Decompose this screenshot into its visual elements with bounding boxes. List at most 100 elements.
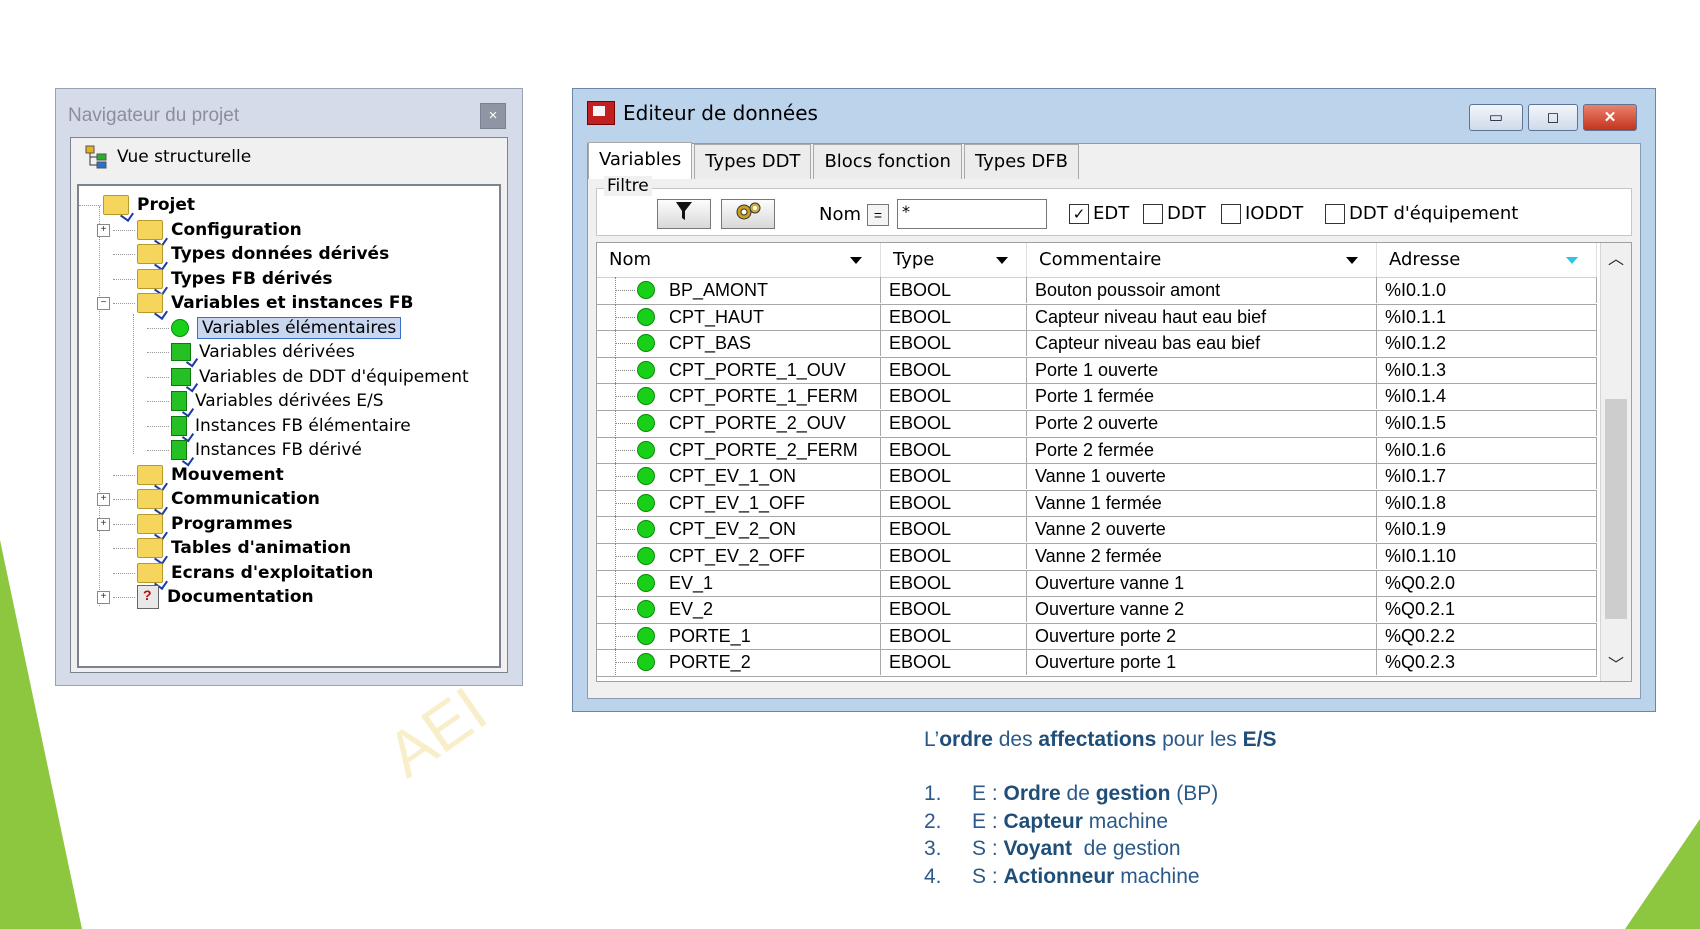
column-header-commentaire[interactable]: Commentaire — [1027, 243, 1377, 277]
tree-item[interactable]: Types FB dérivés — [137, 266, 333, 292]
variable-status-icon — [637, 360, 655, 379]
filter-checkbox-ioddt[interactable]: IODDT — [1221, 203, 1303, 224]
tree-item[interactable]: Variables dérivées E/S — [171, 388, 384, 414]
table-row[interactable]: EV_2 EBOOL Ouverture vanne 2 %Q0.2.1 — [597, 596, 1597, 624]
scroll-down-icon[interactable]: ﹀ — [1601, 653, 1631, 679]
filter-checkbox-ddt[interactable]: DDT — [1143, 203, 1206, 224]
filter-checkbox-edt[interactable]: ✓ EDT — [1069, 203, 1129, 224]
table-row[interactable]: CPT_BAS EBOOL Capteur niveau bas eau bief%… — [597, 330, 1597, 358]
table-row[interactable]: CPT_PORTE_1_OUV EBOOL Porte 1 ouverte %I0.1… — [597, 356, 1597, 385]
note-item-part: gestion — [1095, 782, 1171, 805]
table-row[interactable]: PORTE_1 EBOOL Ouverture porte 2 %Q0.2.2 — [597, 622, 1597, 651]
table-row[interactable]: CPT_HAUT EBOOL Capteur niveau haut eau bie… — [597, 303, 1597, 332]
vertical-scrollbar[interactable]: ︿ ﹀ — [1600, 243, 1631, 681]
table-row[interactable]: CPT_PORTE_2_FERM EBOOL Porte 2 fermée %I0.1… — [597, 436, 1597, 465]
checkbox-box[interactable] — [1325, 203, 1345, 224]
column-header-adresse[interactable]: Adresse — [1377, 243, 1597, 277]
tree-item[interactable]: Tables d'animation — [137, 535, 351, 561]
checkbox-box[interactable] — [1143, 203, 1163, 224]
project-navigator-window: Navigateur du projet × Vue structurelle … — [55, 88, 523, 686]
table-row[interactable]: CPT_EV_2_ON EBOOL Vanne 2 ouverte %I0.1.9 — [597, 516, 1597, 544]
tree-line — [615, 582, 635, 584]
table-row[interactable]: CPT_EV_1_ON EBOOL Vanne 1 ouverte %I0.1.7 — [597, 463, 1597, 491]
filter-checkbox-ddt-d-quipement[interactable]: DDT d'équipement — [1325, 203, 1518, 224]
cell-name-text: CPT_BAS — [669, 333, 752, 354]
maximize-button[interactable]: ◻ — [1528, 104, 1578, 131]
navigator-inner-panel: Vue structurelle Projet + Configuration Typ… — [70, 137, 508, 673]
scroll-up-icon[interactable]: ︿ — [1601, 247, 1631, 273]
collapse-icon[interactable]: − — [97, 297, 110, 310]
table-row[interactable]: BP_AMONT EBOOL Bouton poussoir amont %I0.1.… — [597, 277, 1597, 305]
checkbox-box[interactable]: ✓ — [1069, 203, 1089, 224]
tree-item[interactable]: Communication — [137, 486, 320, 512]
cell-name-text: CPT_HAUT — [669, 306, 765, 327]
expand-icon[interactable]: + — [97, 493, 110, 506]
close-button[interactable]: ✕ — [1583, 104, 1637, 131]
tree-item[interactable]: Variables de DDT d'équipement — [171, 364, 469, 390]
note-list: 1. E : Ordre de gestion (BP) 2. E : Capteur… — [924, 782, 1324, 892]
scroll-thumb[interactable] — [1605, 399, 1627, 619]
note-item-text: E : Ordre de gestion (BP) — [972, 782, 1218, 810]
tree-item[interactable]: Instances FB dérivé — [171, 437, 362, 463]
tree-item[interactable]: Programmes — [137, 511, 293, 537]
tree-item[interactable]: Ecrans d'exploitation — [137, 560, 373, 586]
cell-name: CPT_PORTE_2_OUV — [597, 410, 881, 436]
funnel-icon — [676, 202, 692, 220]
table-row[interactable]: CPT_EV_2_OFF EBOOL Vanne 2 fermée %I0.1.10 — [597, 543, 1597, 571]
navigator-close-button[interactable]: × — [480, 103, 506, 129]
tree-branch-line — [147, 327, 169, 329]
structural-view-header[interactable]: Vue structurelle — [71, 138, 507, 176]
column-header-nom[interactable]: Nom — [597, 243, 881, 277]
tree-line — [615, 529, 635, 531]
table-row[interactable]: CPT_PORTE_2_OUV EBOOL Porte 2 ouverte %I0.1… — [597, 410, 1597, 438]
tree-item-label: Instances FB élémentaire — [195, 415, 411, 436]
expand-icon[interactable]: + — [97, 517, 110, 531]
tree-item[interactable]: Documentation — [137, 584, 314, 610]
tree-line — [615, 662, 635, 664]
tree-item[interactable]: Variables et instances FB — [137, 290, 413, 316]
tree-item[interactable]: Projet — [103, 192, 195, 218]
expand-icon[interactable]: + — [97, 591, 110, 604]
tree-branch-line — [113, 254, 135, 255]
cell-name-text: CPT_EV_1_OFF — [669, 492, 806, 513]
tree-guide-line — [133, 314, 134, 454]
tree-line — [615, 396, 635, 398]
variable-status-icon — [637, 440, 655, 459]
table-row[interactable]: CPT_PORTE_1_FERM EBOOL Porte 1 fermée %I0.1… — [597, 383, 1597, 411]
instance-icon — [171, 415, 187, 436]
tree-item[interactable]: Instances FB élémentaire — [171, 413, 411, 439]
sort-arrow-icon[interactable] — [996, 257, 1008, 264]
filter-equals-button[interactable]: = — [867, 204, 889, 226]
tree-item[interactable]: Types données dérivés — [137, 241, 389, 267]
table-row[interactable]: CPT_EV_1_OFF EBOOL Vanne 1 fermée %I0.1.8 — [597, 489, 1597, 518]
folder-icon — [103, 195, 129, 215]
minimize-button[interactable]: ▭ — [1469, 104, 1523, 131]
table-row[interactable]: PORTE_2 EBOOL Ouverture porte 1 %Q0.2.3 — [597, 649, 1597, 677]
expand-icon[interactable]: + — [97, 223, 110, 237]
cell-comment: Capteur niveau haut eau bief — [1027, 303, 1377, 330]
filter-funnel-button[interactable] — [657, 199, 711, 229]
cell-comment: Bouton poussoir amont — [1027, 277, 1377, 303]
tab-variables[interactable]: Variables — [588, 142, 693, 179]
tree-item[interactable]: Variables dérivées — [171, 339, 355, 365]
cell-name-text: PORTE_2 — [669, 652, 751, 673]
checkbox-box[interactable] — [1221, 203, 1241, 224]
tab-types-ddt[interactable]: Types DDT — [694, 144, 812, 179]
sort-arrow-icon[interactable] — [1566, 257, 1578, 264]
column-header-type[interactable]: Type — [881, 243, 1027, 277]
tree-line — [615, 502, 635, 504]
filter-name-input[interactable]: * — [897, 199, 1047, 229]
tab-blocs-fonction[interactable]: Blocs fonction — [813, 144, 962, 179]
tree-item[interactable]: Mouvement — [137, 462, 284, 488]
tree-item-label: Communication — [171, 489, 320, 509]
tree-item[interactable]: Variables élémentaires — [171, 315, 402, 341]
sort-arrow-icon[interactable] — [850, 257, 862, 264]
cell-type: EBOOL — [881, 516, 1027, 543]
sort-arrow-icon[interactable] — [1346, 257, 1358, 264]
filter-settings-button[interactable] — [721, 199, 775, 229]
cell-address: %Q0.2.2 — [1377, 622, 1597, 649]
table-row[interactable]: EV_1 EBOOL Ouverture vanne 1 %Q0.2.0 — [597, 569, 1597, 598]
tab-types-dfb[interactable]: Types DFB — [963, 144, 1079, 179]
variable-status-icon — [637, 307, 655, 326]
tree-item[interactable]: Configuration — [137, 217, 302, 243]
